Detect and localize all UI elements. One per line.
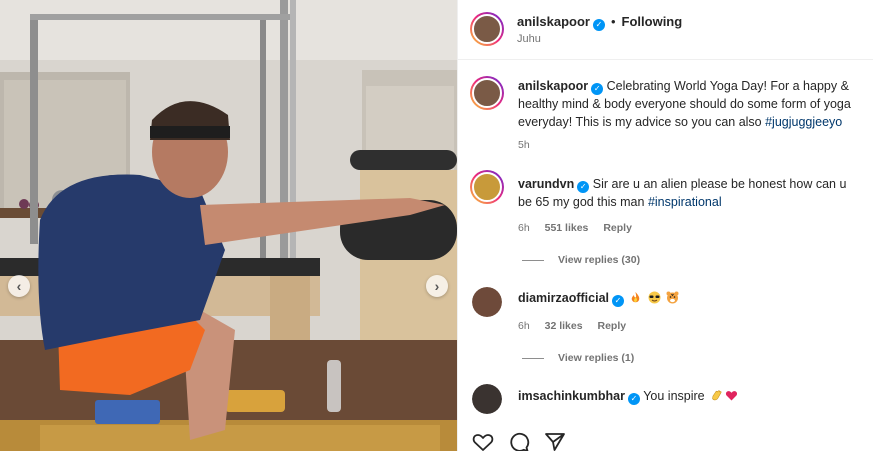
yoga-photo-illustration (0, 0, 457, 451)
post-photo[interactable]: ‹ › (0, 0, 457, 451)
verified-badge-icon: ✓ (591, 83, 604, 95)
caption-time: 5h (518, 139, 530, 151)
heart-icon[interactable] (472, 432, 494, 451)
comment-meta: 6h 551 likes Reply (518, 222, 644, 234)
share-icon[interactable] (544, 432, 566, 451)
view-replies-label: View replies (1) (558, 352, 635, 364)
verified-badge-icon: ✓ (612, 295, 624, 307)
comment-text-block: imsachinkumbhar ✓ You inspire (518, 387, 863, 407)
replies-line (522, 357, 544, 359)
next-photo-button[interactable]: › (426, 275, 448, 297)
comment-time: 6h (518, 222, 530, 234)
comment-meta: 6h 32 likes Reply (518, 320, 638, 332)
comment-hashtag[interactable]: #inspirational (648, 195, 722, 209)
verified-badge-icon: ✓ (592, 19, 605, 31)
verified-badge-icon: ✓ (577, 181, 590, 193)
comment-likes[interactable]: 32 likes (545, 320, 583, 332)
sunglasses-face-icon (648, 291, 661, 309)
view-replies-button[interactable]: View replies (30) (522, 254, 640, 266)
red-heart-icon (725, 389, 738, 407)
commenter-username[interactable]: varundvn (518, 177, 574, 191)
author-name-row: anilskapoor ✓ • Following (517, 14, 682, 31)
commenter-username[interactable]: imsachinkumbhar (518, 389, 625, 403)
view-replies-label: View replies (30) (558, 254, 641, 266)
caption-avatar[interactable] (470, 76, 504, 110)
comment-text: You inspire (643, 389, 709, 403)
reply-button[interactable]: Reply (597, 320, 626, 332)
following-button[interactable]: Following (622, 14, 683, 29)
fire-icon (629, 291, 642, 309)
commenter-username[interactable]: diamirzaofficial (518, 291, 609, 305)
commenter-avatar[interactable] (472, 287, 502, 317)
post-details-panel: anilskapoor ✓ • Following Juhu anilskapoor ✓… (458, 0, 873, 451)
view-replies-button[interactable]: View replies (1) (522, 352, 634, 364)
action-bar (458, 430, 873, 451)
caption-hashtag[interactable]: #jugjuggjeeyo (765, 115, 842, 129)
author-avatar[interactable] (470, 12, 504, 46)
comment-time: 6h (518, 320, 530, 332)
post-header: anilskapoor ✓ • Following Juhu (458, 0, 873, 60)
dot-separator: • (610, 14, 616, 29)
clapping-hands-icon (710, 389, 723, 407)
comment-icon[interactable] (508, 432, 530, 451)
comment-likes[interactable]: 551 likes (545, 222, 589, 234)
replies-line (522, 259, 544, 261)
verified-badge-icon: ✓ (627, 393, 640, 405)
comment-text-block: diamirzaofficial ✓ (518, 289, 863, 309)
comment-text-block: varundvn ✓ Sir are u an alien please be h… (518, 175, 863, 211)
author-username[interactable]: anilskapoor (517, 14, 590, 29)
post-location[interactable]: Juhu (517, 33, 541, 45)
previous-photo-button[interactable]: ‹ (8, 275, 30, 297)
reply-button[interactable]: Reply (603, 222, 632, 234)
caption-meta: 5h (518, 139, 542, 151)
commenter-avatar[interactable] (472, 384, 502, 414)
tiger-face-icon (666, 291, 679, 309)
caption-username[interactable]: anilskapoor (518, 79, 588, 93)
commenter-avatar[interactable] (470, 170, 504, 204)
caption-text-block: anilskapoor ✓ Celebrating World Yoga Day!… (518, 77, 863, 131)
